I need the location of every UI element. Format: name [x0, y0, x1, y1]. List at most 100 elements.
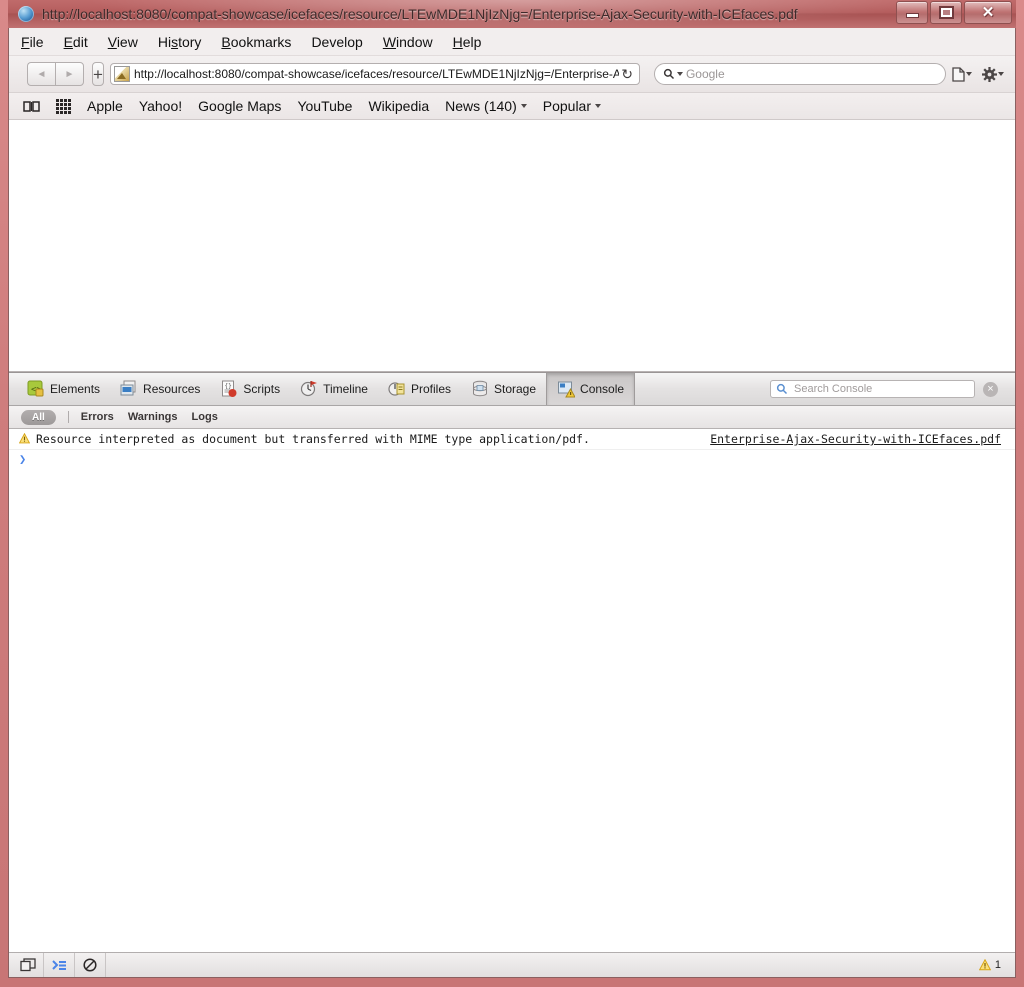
tab-label: Elements: [50, 382, 101, 396]
menu-item-develop[interactable]: Develop: [311, 32, 374, 52]
console-prompt-icon: [52, 960, 66, 970]
close-icon: ×: [987, 382, 994, 395]
settings-menu-button[interactable]: [981, 66, 1004, 82]
tab-label: Scripts: [243, 382, 281, 396]
search-icon: [663, 68, 674, 80]
inspector-status-bar: 1: [9, 952, 1015, 977]
tab-console[interactable]: Console: [546, 373, 636, 405]
scripts-icon: {}: [222, 380, 237, 397]
console-message-list[interactable]: Resource interpreted as document but tra…: [9, 429, 1015, 952]
bookmark-yahoo[interactable]: Yahoo!: [139, 98, 182, 114]
bookmark-label: Google Maps: [198, 98, 282, 114]
tab-label: Resources: [143, 382, 201, 396]
filter-warnings[interactable]: Warnings: [128, 409, 192, 425]
bookmark-google-maps[interactable]: Google Maps: [198, 98, 281, 114]
tab-resources[interactable]: Resources: [110, 373, 210, 405]
show-all-bookmarks-button[interactable]: [23, 100, 40, 113]
tab-label: Profiles: [410, 382, 451, 396]
bookmarks-bar: Apple Yahoo! Google Maps YouTube Wikiped…: [9, 93, 1015, 120]
console-message-text: Resource interpreted as document but tra…: [36, 432, 590, 446]
tab-profiles[interactable]: Profiles: [378, 373, 461, 405]
filter-logs[interactable]: Logs: [192, 409, 232, 425]
minimize-icon: [905, 13, 919, 18]
page-menu-button[interactable]: [952, 66, 972, 82]
close-inspector-button[interactable]: ×: [983, 381, 998, 397]
tab-timeline[interactable]: Timeline: [290, 373, 378, 405]
page-content-area[interactable]: [9, 120, 1015, 372]
bookmark-youtube[interactable]: YouTube: [297, 98, 352, 114]
clear-console-button[interactable]: [75, 953, 106, 977]
search-engine-chevron-down-icon[interactable]: [676, 72, 683, 76]
search-field[interactable]: Google: [653, 63, 946, 85]
show-console-prompt-button[interactable]: [44, 953, 75, 977]
bookmark-wikipedia[interactable]: Wikipedia: [368, 98, 429, 114]
settings-menu-chevron-down-icon: [997, 72, 1004, 76]
menu-item-file[interactable]: File: [21, 32, 56, 52]
title-bar[interactable]: http://localhost:8080/compat-showcase/ic…: [8, 0, 1016, 28]
nav-button-group: ◄ ►: [27, 62, 84, 86]
site-favicon-icon: [113, 66, 130, 82]
bookmark-folder-news[interactable]: News (140): [445, 98, 527, 114]
filter-all[interactable]: All: [21, 409, 56, 425]
menu-item-edit[interactable]: Edit: [64, 32, 100, 52]
filter-label: Logs: [191, 411, 218, 423]
console-message-row[interactable]: Resource interpreted as document but tra…: [9, 429, 1015, 450]
navigation-toolbar: ◄ ► + http://localhost:8080/compat-showc…: [9, 56, 1015, 93]
tab-storage[interactable]: Storage: [461, 373, 546, 405]
console-input-line[interactable]: ❯: [9, 450, 1015, 468]
warning-triangle-icon: [978, 959, 991, 971]
top-sites-button[interactable]: [56, 98, 71, 114]
tab-label: Storage: [494, 382, 537, 396]
window-controls: ✕: [896, 1, 1012, 24]
bookmark-label: Wikipedia: [368, 98, 430, 114]
book-icon: [23, 100, 40, 112]
reload-icon[interactable]: ↻: [619, 67, 635, 81]
clear-console-icon: [83, 958, 97, 972]
browser-client: File Edit View History Bookmarks Develop…: [8, 28, 1016, 978]
back-button[interactable]: ◄: [27, 62, 55, 86]
bookmark-apple[interactable]: Apple: [87, 98, 123, 114]
menu-item-history[interactable]: History: [158, 32, 214, 52]
address-bar[interactable]: http://localhost:8080/compat-showcase/ic…: [109, 63, 640, 85]
menu-item-window[interactable]: Window: [383, 32, 445, 52]
tab-scripts[interactable]: {} Scripts: [210, 373, 290, 405]
page-icon: [952, 66, 965, 82]
console-filter-bar: All Errors Warnings Logs: [9, 406, 1015, 429]
menu-item-bookmarks[interactable]: Bookmarks: [221, 32, 303, 52]
close-button[interactable]: ✕: [964, 1, 1012, 24]
console-search-input[interactable]: Search Console: [770, 380, 975, 398]
bookmark-label: Yahoo!: [138, 98, 183, 114]
minimize-button[interactable]: [896, 1, 928, 24]
filter-label: All: [32, 411, 45, 423]
console-message-source-link[interactable]: Enterprise-Ajax-Security-with-ICEfaces.p…: [710, 431, 1001, 447]
elements-icon: <>: [27, 380, 44, 397]
warning-count-label: 1: [994, 959, 1001, 971]
filter-errors[interactable]: Errors: [81, 409, 128, 425]
search-input-placeholder: Google: [685, 67, 725, 81]
menu-item-view[interactable]: View: [108, 32, 150, 52]
bookmark-folder-popular[interactable]: Popular: [542, 98, 602, 114]
menu-bar: File Edit View History Bookmarks Develop…: [9, 28, 1015, 56]
forward-button[interactable]: ►: [55, 62, 84, 86]
menu-item-help[interactable]: Help: [453, 32, 494, 52]
maximize-button[interactable]: [930, 1, 962, 24]
globe-icon: [18, 6, 34, 22]
web-inspector: <> Elements Resources: [9, 372, 1015, 977]
close-icon: ✕: [981, 4, 995, 21]
search-icon: [776, 383, 788, 395]
dock-panel-button[interactable]: [13, 953, 44, 977]
forward-arrow-icon: ►: [64, 68, 75, 80]
filter-label: Errors: [80, 411, 114, 423]
tab-elements[interactable]: <> Elements: [17, 373, 110, 405]
chevron-down-icon: [595, 104, 602, 108]
back-arrow-icon: ◄: [36, 68, 47, 80]
filter-label: Warnings: [127, 411, 178, 423]
console-prompt-icon: ❯: [19, 452, 27, 466]
timeline-icon: [300, 381, 318, 397]
warning-count-indicator[interactable]: 1: [978, 959, 1001, 971]
new-tab-button[interactable]: +: [92, 62, 104, 86]
tab-label: Console: [580, 382, 625, 396]
bookmark-label: Popular: [542, 98, 592, 114]
window-title: http://localhost:8080/compat-showcase/ic…: [42, 6, 798, 22]
url-input[interactable]: http://localhost:8080/compat-showcase/ic…: [134, 67, 619, 81]
